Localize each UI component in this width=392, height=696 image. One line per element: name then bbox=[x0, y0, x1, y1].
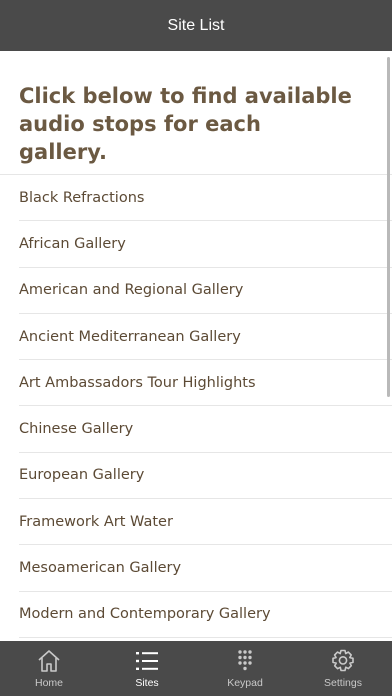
navigation-bar: Site List bbox=[0, 0, 392, 51]
site-item-label: European Gallery bbox=[19, 467, 145, 484]
site-item-mesoamerican-gallery[interactable]: Mesoamerican Gallery bbox=[19, 545, 392, 592]
site-item-european-gallery[interactable]: European Gallery bbox=[19, 453, 392, 500]
site-item-art-ambassadors-tour[interactable]: Art Ambassadors Tour Highlights bbox=[19, 360, 392, 407]
scrollbar[interactable] bbox=[387, 57, 390, 397]
list-icon bbox=[136, 652, 158, 670]
site-item-framework-art-water[interactable]: Framework Art Water bbox=[19, 499, 392, 546]
site-item-label: Modern and Contemporary Gallery bbox=[19, 606, 271, 623]
tab-bar: Home Sites Keypad Settings bbox=[0, 641, 392, 696]
gear-icon bbox=[332, 649, 354, 672]
tab-label: Keypad bbox=[227, 677, 263, 689]
tab-label: Sites bbox=[135, 677, 159, 689]
site-item-label: Framework Art Water bbox=[19, 513, 173, 530]
home-icon bbox=[38, 650, 60, 672]
tab-label: Settings bbox=[324, 677, 362, 689]
site-list-content[interactable]: Click below to find available audio stop… bbox=[0, 51, 392, 641]
site-item-label: Ancient Mediterranean Gallery bbox=[19, 328, 241, 345]
tab-label: Home bbox=[34, 677, 63, 689]
keypad-icon bbox=[238, 650, 252, 671]
tab-sites[interactable]: Sites bbox=[98, 641, 196, 696]
site-item-african-gallery[interactable]: African Gallery bbox=[19, 221, 392, 268]
site-item-modern-contemporary-gallery[interactable]: Modern and Contemporary Gallery bbox=[19, 592, 392, 638]
site-item-label: American and Regional Gallery bbox=[19, 282, 244, 299]
site-item-ancient-mediterranean-gallery[interactable]: Ancient Mediterranean Gallery bbox=[19, 314, 392, 361]
tab-home[interactable]: Home bbox=[0, 641, 98, 696]
page-title: Site List bbox=[167, 16, 225, 34]
site-item-label: Chinese Gallery bbox=[19, 421, 134, 438]
tab-keypad[interactable]: Keypad bbox=[196, 641, 294, 696]
intro-heading: Click below to find available audio stop… bbox=[19, 84, 352, 164]
site-item-chinese-gallery[interactable]: Chinese Gallery bbox=[19, 406, 392, 453]
site-item-label: Art Ambassadors Tour Highlights bbox=[19, 374, 256, 391]
site-item-label: African Gallery bbox=[19, 235, 126, 252]
tab-settings[interactable]: Settings bbox=[294, 641, 392, 696]
site-item-label: Black Refractions bbox=[19, 189, 145, 206]
site-item-black-refractions[interactable]: Black Refractions bbox=[19, 175, 392, 222]
site-item-american-regional-gallery[interactable]: American and Regional Gallery bbox=[19, 268, 392, 314]
site-item-label: Mesoamerican Gallery bbox=[19, 560, 182, 577]
site-list: Black Refractions African Gallery Americ… bbox=[0, 174, 392, 638]
